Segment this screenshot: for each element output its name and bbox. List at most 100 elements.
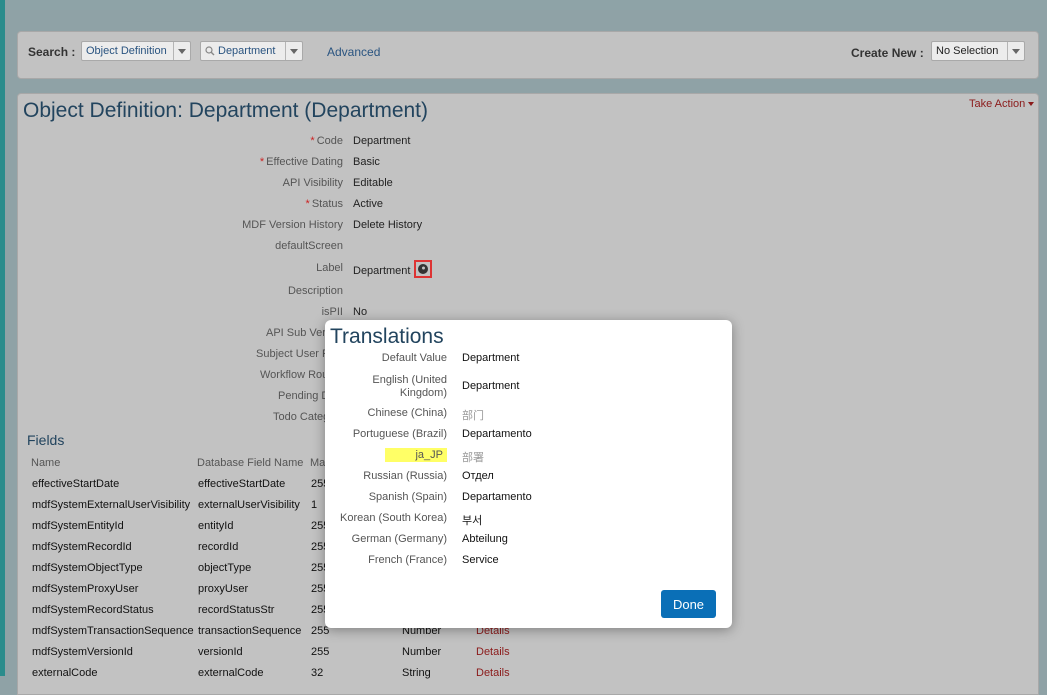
form-label: Pending D <box>278 390 330 402</box>
translation-language: Chinese (China) <box>367 407 447 419</box>
field-name-cell: mdfSystemRecordStatus <box>32 604 154 616</box>
search-label: Search : <box>28 45 76 59</box>
form-label: * Status <box>305 198 343 210</box>
field-name-cell: mdfSystemProxyUser <box>32 583 139 595</box>
field-name-cell: mdfSystemEntityId <box>32 520 124 532</box>
caret-down-icon <box>1028 102 1035 107</box>
advanced-search-link[interactable]: Advanced <box>327 45 380 59</box>
translation-value: 부서 <box>462 515 483 527</box>
globe-icon: ● <box>418 264 429 274</box>
take-action-label: Take Action <box>969 98 1026 110</box>
page-title: Object Definition: Department (Departmen… <box>23 99 428 122</box>
form-label: API Sub Ver <box>266 327 326 339</box>
field-name-cell: externalCode <box>32 667 98 679</box>
top-strip <box>5 0 1047 10</box>
search-panel: Search : Object Definition Department Ad… <box>17 31 1039 79</box>
db-field-cell: effectiveStartDate <box>198 478 286 490</box>
form-row-status: * Status Active <box>18 198 1018 212</box>
form-row-code: * Code Department <box>18 135 1018 149</box>
translation-language: Portuguese (Brazil) <box>352 428 447 440</box>
translation-language: German (Germany) <box>351 533 447 545</box>
db-field-cell: proxyUser <box>198 583 249 595</box>
form-label: isPII <box>321 306 343 318</box>
db-field-cell: versionId <box>198 646 243 658</box>
translation-language: ja_JP <box>385 448 447 462</box>
chevron-down-icon <box>285 42 302 60</box>
form-label: Label <box>316 262 343 274</box>
column-header-max: Ma <box>310 457 326 469</box>
translation-value: 部署 <box>462 452 484 464</box>
data-type-cell: String <box>402 667 431 679</box>
max-length-cell: 1 <box>311 499 318 511</box>
column-header-name: Name <box>31 457 61 469</box>
db-field-cell: externalCode <box>198 667 264 679</box>
translation-value: 部门 <box>462 410 484 422</box>
translation-language: French (France) <box>368 554 447 566</box>
chevron-down-icon <box>1007 42 1024 60</box>
search-icon <box>205 46 215 56</box>
create-new-value: No Selection <box>936 45 999 57</box>
highlighted-locale: ja_JP <box>385 448 447 462</box>
form-value: Department ● <box>353 260 433 280</box>
fields-section-title: Fields <box>27 432 65 448</box>
translation-value: Department <box>462 352 520 364</box>
form-value: Basic <box>353 156 380 168</box>
form-label: Todo Categ <box>273 411 330 423</box>
details-link[interactable]: Details <box>476 646 510 658</box>
form-label: defaultScreen <box>275 240 343 252</box>
field-name-cell: effectiveStartDate <box>32 478 120 490</box>
translation-language: Spanish (Spain) <box>368 491 447 503</box>
field-name-cell: mdfSystemRecordId <box>32 541 132 553</box>
details-link[interactable]: Details <box>476 667 510 679</box>
form-label: API Visibility <box>282 177 343 189</box>
form-label: Workflow Rou <box>260 369 329 381</box>
db-field-cell: entityId <box>198 520 234 532</box>
form-row-label: Label Department ● <box>18 260 1018 278</box>
form-row-effective-dating: * Effective Dating Basic <box>18 156 1018 170</box>
done-button[interactable]: Done <box>661 590 716 618</box>
data-type-cell: Number <box>402 646 442 658</box>
translations-dialog: Translations Default Value Department En… <box>325 320 732 628</box>
form-value: Editable <box>353 177 393 189</box>
translation-language: Russian (Russia) <box>363 470 447 482</box>
create-new-select[interactable]: No Selection <box>931 41 1025 61</box>
form-label: * Code <box>310 135 343 147</box>
form-row-api-visibility: API Visibility Editable <box>18 177 1018 191</box>
field-name-cell: mdfSystemVersionId <box>32 646 133 658</box>
max-length-cell: 32 <box>311 667 324 679</box>
translation-value: Departamento <box>462 428 532 440</box>
form-label: MDF Version History <box>242 219 343 231</box>
translation-language: Default Value <box>381 352 447 364</box>
form-row-mdf-version-history: MDF Version History Delete History <box>18 219 1018 233</box>
form-value: Department <box>353 135 411 147</box>
form-row-default-screen: defaultScreen <box>18 240 1018 254</box>
dialog-title: Translations <box>330 325 444 348</box>
db-field-cell: transactionSequence <box>198 625 302 637</box>
field-name-cell: mdfSystemExternalUserVisibility <box>32 499 191 511</box>
translation-value: Отдел <box>462 470 494 482</box>
form-value: Active <box>353 198 383 210</box>
left-accent-bar <box>0 0 5 676</box>
form-label: * Effective Dating <box>259 156 343 168</box>
db-field-cell: externalUserVisibility <box>198 499 300 511</box>
take-action-menu[interactable]: Take Action <box>969 98 1035 110</box>
db-field-cell: objectType <box>198 562 252 574</box>
form-label: Subject User F <box>256 348 329 360</box>
field-name-cell: mdfSystemTransactionSequence <box>32 625 194 637</box>
translation-language: English (United Kingdom) <box>372 374 447 399</box>
translation-language: Korean (South Korea) <box>339 512 447 524</box>
search-type-value: Object Definition <box>86 45 167 57</box>
form-value: Delete History <box>353 219 423 231</box>
field-name-cell: mdfSystemObjectType <box>32 562 143 574</box>
translation-value: Department <box>462 380 520 392</box>
chevron-down-icon <box>173 42 190 60</box>
translations-button[interactable]: ● <box>414 260 433 278</box>
search-type-select[interactable]: Object Definition <box>81 41 191 61</box>
form-row-description: Description <box>18 285 1018 299</box>
form-value: No <box>353 306 368 318</box>
form-label: Description <box>287 285 343 297</box>
translation-value: Departamento <box>462 491 532 503</box>
search-query-select[interactable]: Department <box>200 41 303 61</box>
max-length-cell: 255 <box>311 646 330 658</box>
search-query-value: Department <box>218 45 276 57</box>
